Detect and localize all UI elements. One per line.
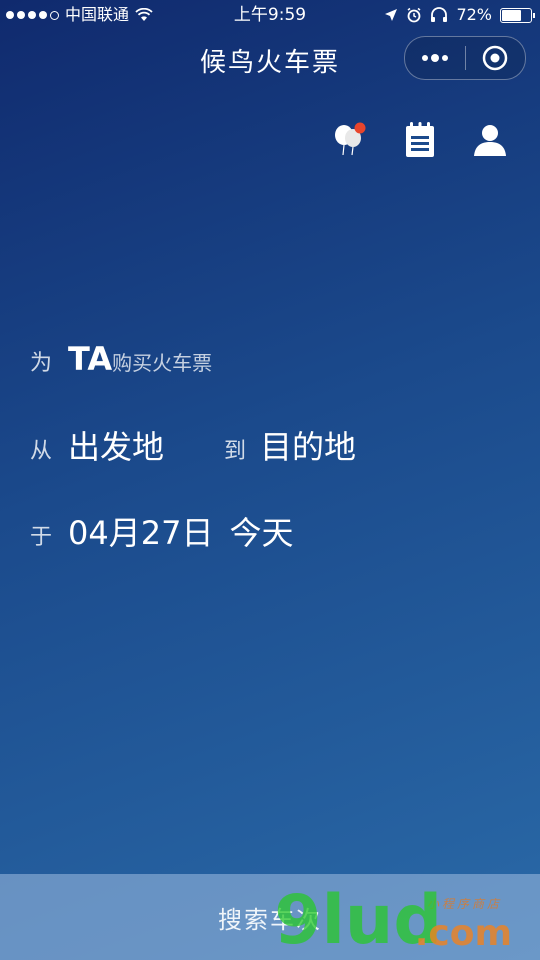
- date-row[interactable]: 于 04月27日 今天: [30, 508, 293, 554]
- passenger-row[interactable]: 为 TA 购买火车票: [30, 340, 212, 378]
- miniprogram-capsule: [404, 36, 526, 80]
- date-value[interactable]: 04月27日: [68, 508, 213, 554]
- battery-icon: [500, 7, 535, 23]
- watermark-suffix: .com: [414, 913, 512, 954]
- headphones-icon: [431, 7, 448, 22]
- balloons-button[interactable]: [330, 120, 370, 160]
- status-bar: 中国联通 上午9:59 72%: [0, 0, 540, 30]
- route-row: 从 出发地 到 目的地: [30, 422, 356, 468]
- destination-field[interactable]: 目的地: [260, 422, 356, 468]
- date-label: 于: [30, 525, 53, 550]
- location-arrow-icon: [385, 9, 398, 21]
- close-miniprogram-button[interactable]: [466, 37, 526, 79]
- to-label: 到: [224, 439, 247, 464]
- status-right: 72%: [384, 0, 535, 30]
- user-icon: [474, 125, 506, 156]
- day-label: 今天: [229, 514, 294, 552]
- alarm-icon: [407, 7, 421, 23]
- notepad-icon: [406, 122, 434, 157]
- buy-ticket-text: 购买火车票: [112, 351, 213, 375]
- more-dots-icon: [421, 54, 448, 62]
- balloons-icon: [335, 122, 366, 156]
- app-screen: 中国联通 上午9:59 72% 候鸟火车票 为 TA 购买火车票 从 出发地 到…: [0, 0, 540, 960]
- profile-button[interactable]: [470, 120, 510, 160]
- from-label: 从: [30, 439, 53, 464]
- top-actions: [330, 120, 510, 160]
- orders-button[interactable]: [400, 120, 440, 160]
- battery-percent: 72%: [456, 5, 492, 24]
- target-close-icon: [483, 45, 508, 71]
- more-button[interactable]: [405, 37, 465, 79]
- nav-bar: 候鸟火车票: [0, 30, 540, 86]
- for-label: 为: [30, 351, 53, 376]
- passenger-target[interactable]: TA: [68, 340, 112, 378]
- departure-field[interactable]: 出发地: [68, 422, 164, 468]
